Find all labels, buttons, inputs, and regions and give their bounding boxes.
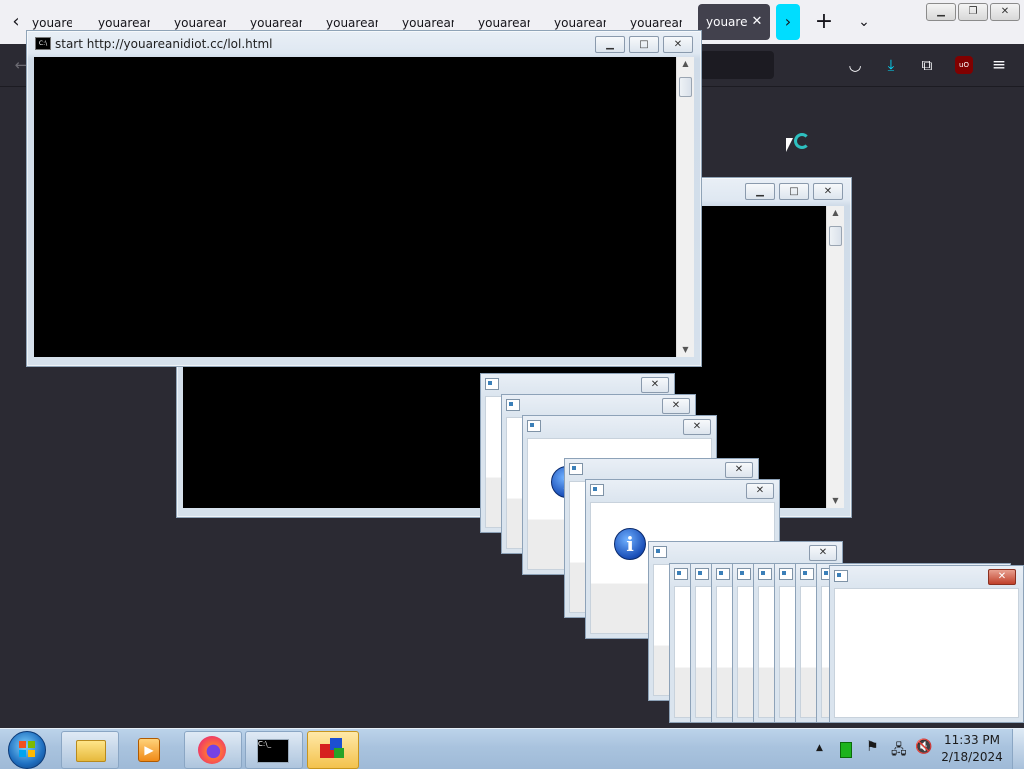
close-tab-icon[interactable]: ✕ <box>748 4 766 40</box>
media-player-icon: ▶ <box>138 738 160 762</box>
message-box-close-button[interactable]: ✕ <box>683 419 711 435</box>
window-icon <box>590 484 604 496</box>
restore-button[interactable]: ❐ <box>958 3 988 21</box>
message-box-close-button[interactable]: ✕ <box>809 545 837 561</box>
cmd-front-close-button[interactable]: ✕ <box>663 36 693 53</box>
file-explorer-taskbar-button[interactable] <box>61 731 119 769</box>
scroll-down-arrow-icon[interactable]: ▼ <box>827 494 844 508</box>
window-icon <box>695 568 709 580</box>
folder-icon <box>76 740 106 762</box>
scroll-up-arrow-icon[interactable]: ▲ <box>827 206 844 220</box>
message-box-close-button[interactable]: ✕ <box>725 462 753 478</box>
media-player-taskbar-button[interactable]: ▶ <box>122 731 178 767</box>
cmd-window-front[interactable]: C:\ start http://youareanidiot.cc/lol.ht… <box>26 30 702 367</box>
firefox-taskbar-button[interactable] <box>184 731 242 769</box>
window-icon <box>834 570 848 582</box>
window-icon <box>674 568 688 580</box>
pocket-icon[interactable]: ◡ <box>842 52 868 78</box>
close-button[interactable]: ✕ <box>990 3 1020 21</box>
scroll-up-arrow-icon[interactable]: ▲ <box>677 57 694 71</box>
volume-muted-icon[interactable]: 🔇 <box>915 739 932 755</box>
window-icon <box>800 568 814 580</box>
command-prompt-taskbar-button[interactable]: C:\_ <box>245 731 303 769</box>
window-icon <box>506 399 520 411</box>
window-icon <box>758 568 772 580</box>
scroll-thumb[interactable] <box>829 226 842 246</box>
battery-icon[interactable] <box>840 742 852 758</box>
command-prompt-icon: C:\_ <box>257 739 289 763</box>
show-desktop-button[interactable] <box>1012 729 1024 769</box>
taskbar: ▶ C:\_ ▲ ⚑ 🖧 🔇 11:33 PM 2/18/2024 <box>0 728 1024 769</box>
message-box-close-button[interactable]: ✕ <box>746 483 774 499</box>
cmd-back-minimize-button[interactable]: ▁ <box>745 183 775 200</box>
start-orb[interactable] <box>8 731 46 769</box>
cmd-front-scrollbar[interactable]: ▲ ▼ <box>676 57 694 357</box>
clock-time[interactable]: 11:33 PM <box>941 733 1003 747</box>
extensions-icon[interactable]: ⧉ <box>914 52 940 78</box>
window-icon <box>527 420 541 432</box>
message-box-close-button[interactable]: ✕ <box>662 398 690 414</box>
cmd-back-close-button[interactable]: ✕ <box>813 183 843 200</box>
window-icon <box>569 463 583 475</box>
scroll-thumb[interactable] <box>679 77 692 97</box>
message-box-body <box>834 588 1019 718</box>
window-icon <box>485 378 499 390</box>
window-icon <box>737 568 751 580</box>
show-hidden-icons-icon[interactable]: ▲ <box>816 743 823 753</box>
active-tab-title: youareanidiot <box>706 15 748 29</box>
downloads-icon[interactable]: ⤓ <box>878 52 904 78</box>
minimize-button[interactable]: ▁ <box>926 3 956 21</box>
ublock-icon[interactable]: uO <box>955 56 973 74</box>
window-icon <box>716 568 730 580</box>
cmd-front-maximize-button[interactable]: □ <box>629 36 659 53</box>
scroll-down-arrow-icon[interactable]: ▼ <box>677 343 694 357</box>
virtual-box-taskbar-button[interactable] <box>307 731 359 769</box>
message-box-close-button[interactable]: ✕ <box>988 569 1016 585</box>
clock-date[interactable]: 2/18/2024 <box>941 750 1003 764</box>
cmd-window-front-title: start http://youareanidiot.cc/lol.html <box>55 37 273 51</box>
active-tab[interactable]: youareanidiot ✕ <box>698 4 770 40</box>
scroll-tabs-left-icon[interactable]: ‹ <box>6 11 26 33</box>
cmd-back-scrollbar[interactable]: ▲ ▼ <box>826 206 844 508</box>
window-icon <box>779 568 793 580</box>
cmd-back-maximize-button[interactable]: □ <box>779 183 809 200</box>
window-icon <box>653 546 667 558</box>
action-center-flag-icon[interactable]: ⚑ <box>866 739 879 755</box>
message-box-active[interactable]: ✕ <box>829 565 1024 723</box>
list-all-tabs-icon[interactable]: ⌄ <box>852 10 876 34</box>
network-icon[interactable]: 🖧 <box>891 739 907 763</box>
console-output-area[interactable] <box>34 57 676 357</box>
message-box-close-button[interactable]: ✕ <box>641 377 669 393</box>
new-tab-icon[interactable]: + <box>812 10 836 34</box>
firefox-icon <box>198 736 226 764</box>
scroll-tabs-right-button[interactable]: › <box>776 4 800 40</box>
info-icon: i <box>614 528 646 560</box>
windows-logo-icon <box>19 741 26 748</box>
cmd-front-minimize-button[interactable]: ▁ <box>595 36 625 53</box>
url-bar[interactable] <box>700 51 774 79</box>
busy-spinner-icon <box>794 133 810 149</box>
menu-icon[interactable]: ≡ <box>986 52 1012 78</box>
mouse-pointer-icon <box>786 138 793 152</box>
cmd-icon: C:\ <box>35 37 51 50</box>
